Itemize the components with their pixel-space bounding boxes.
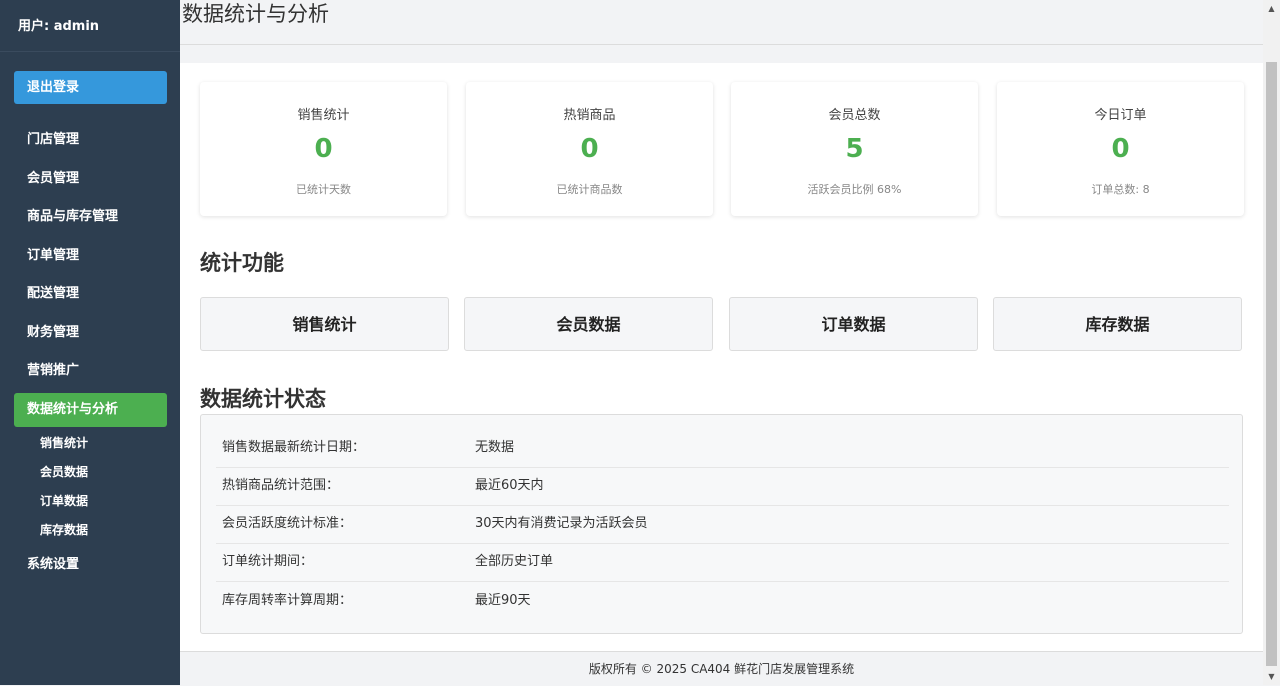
sidebar-subitem-inventory[interactable]: 库存数据 bbox=[14, 516, 167, 545]
status-title: 数据统计状态 bbox=[200, 387, 326, 411]
status-box: 销售数据最新统计日期： 无数据 热销商品统计范围： 最近60天内 会员活跃度统计… bbox=[200, 414, 1243, 634]
scroll-down-arrow-icon[interactable]: ▼ bbox=[1263, 668, 1280, 685]
status-row: 销售数据最新统计日期： 无数据 bbox=[216, 429, 1229, 468]
stat-card-hot-products: 热销商品 0 已统计商品数 bbox=[466, 82, 713, 216]
status-key: 会员活跃度统计标准： bbox=[222, 516, 353, 531]
content-panel: 销售统计 0 已统计天数 热销商品 0 已统计商品数 会员总数 5 活跃会员比例… bbox=[180, 63, 1263, 651]
sidebar-subitem-members[interactable]: 会员数据 bbox=[14, 458, 167, 487]
stat-card-members: 会员总数 5 活跃会员比例 68% bbox=[731, 82, 978, 216]
status-key: 订单统计期间： bbox=[222, 554, 314, 569]
stat-sub: 订单总数: 8 bbox=[1091, 183, 1150, 196]
status-key: 热销商品统计范围： bbox=[222, 478, 340, 493]
status-key: 销售数据最新统计日期： bbox=[222, 440, 366, 455]
functions-title: 统计功能 bbox=[200, 251, 284, 275]
stat-card-sales: 销售统计 0 已统计天数 bbox=[200, 82, 447, 216]
order-data-button[interactable]: 订单数据 bbox=[729, 297, 978, 351]
title-divider bbox=[180, 44, 1263, 45]
member-data-button[interactable]: 会员数据 bbox=[464, 297, 713, 351]
user-info: 用户: admin bbox=[0, 0, 180, 52]
stat-value: 0 bbox=[314, 134, 333, 164]
main-area: 数据统计与分析 销售统计 0 已统计天数 热销商品 0 已统计商品数 会员总数 … bbox=[180, 0, 1263, 686]
sidebar-item-statistics[interactable]: 数据统计与分析 bbox=[14, 392, 167, 427]
status-key: 库存周转率计算周期： bbox=[222, 593, 353, 608]
status-value: 最近60天内 bbox=[475, 478, 544, 493]
stat-value: 5 bbox=[845, 134, 864, 164]
status-value: 全部历史订单 bbox=[475, 554, 554, 569]
stat-value: 0 bbox=[1111, 134, 1130, 164]
sidebar-item-products-inventory[interactable]: 商品与库存管理 bbox=[14, 198, 167, 237]
sidebar-item-stores[interactable]: 门店管理 bbox=[14, 121, 167, 160]
status-row: 会员活跃度统计标准： 30天内有消费记录为活跃会员 bbox=[216, 505, 1229, 544]
sidebar-item-finance[interactable]: 财务管理 bbox=[14, 314, 167, 353]
sidebar: 用户: admin 退出登录 门店管理 会员管理 商品与库存管理 订单管理 配送… bbox=[0, 0, 180, 685]
stat-label: 热销商品 bbox=[563, 108, 616, 123]
stat-card-today-orders: 今日订单 0 订单总数: 8 bbox=[997, 82, 1244, 216]
stat-label: 销售统计 bbox=[297, 108, 350, 123]
sidebar-item-settings[interactable]: 系统设置 bbox=[14, 546, 167, 585]
stat-value: 0 bbox=[580, 134, 599, 164]
status-row: 订单统计期间： 全部历史订单 bbox=[216, 543, 1229, 582]
sidebar-subitem-sales[interactable]: 销售统计 bbox=[14, 429, 167, 458]
sidebar-item-marketing[interactable]: 营销推广 bbox=[14, 352, 167, 391]
user-label: 用户: admin bbox=[18, 19, 100, 34]
status-row: 热销商品统计范围： 最近60天内 bbox=[216, 467, 1229, 506]
stat-sub: 已统计商品数 bbox=[556, 183, 623, 196]
status-value: 最近90天 bbox=[475, 593, 531, 608]
footer: 版权所有 © 2025 CA404 鲜花门店发展管理系统 bbox=[180, 651, 1263, 686]
logout-button[interactable]: 退出登录 bbox=[14, 71, 167, 104]
scroll-up-arrow-icon[interactable]: ▲ bbox=[1263, 0, 1280, 17]
stat-sub: 已统计天数 bbox=[296, 183, 351, 196]
stat-label: 今日订单 bbox=[1094, 108, 1147, 123]
sidebar-item-delivery[interactable]: 配送管理 bbox=[14, 275, 167, 314]
scroll-thumb[interactable] bbox=[1266, 62, 1277, 666]
status-value: 无数据 bbox=[475, 440, 515, 455]
page-title: 数据统计与分析 bbox=[182, 2, 329, 26]
sales-stats-button[interactable]: 销售统计 bbox=[200, 297, 449, 351]
sidebar-menu: 门店管理 会员管理 商品与库存管理 订单管理 配送管理 财务管理 营销推广 数据… bbox=[14, 121, 167, 584]
vertical-scrollbar[interactable]: ▲ ▼ bbox=[1263, 0, 1280, 685]
sidebar-item-members[interactable]: 会员管理 bbox=[14, 160, 167, 199]
sidebar-item-orders[interactable]: 订单管理 bbox=[14, 237, 167, 276]
inventory-data-button[interactable]: 库存数据 bbox=[993, 297, 1242, 351]
stat-label: 会员总数 bbox=[828, 108, 881, 123]
status-value: 30天内有消费记录为活跃会员 bbox=[475, 516, 648, 531]
sidebar-subitem-orders[interactable]: 订单数据 bbox=[14, 487, 167, 516]
status-row: 库存周转率计算周期： 最近90天 bbox=[216, 582, 1229, 620]
stat-sub: 活跃会员比例 68% bbox=[807, 183, 902, 196]
